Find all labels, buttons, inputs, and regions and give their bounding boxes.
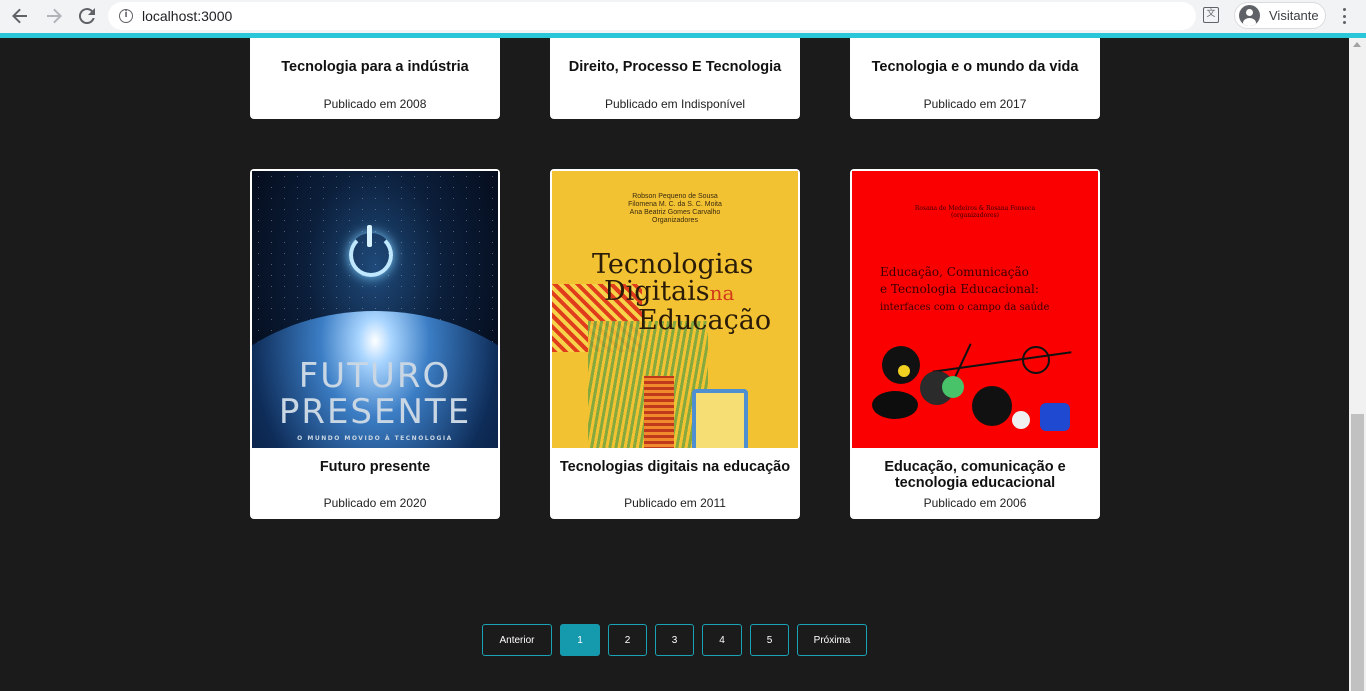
book-card[interactable]: FUTURO PRESENTE O MUNDO MOVIDO À TECNOLO…	[250, 169, 500, 519]
cover-text: Rosana de Medeiros & Rosana Fonseca (org…	[914, 205, 1036, 219]
cover-text: Tecnologias Digitaisna Educação	[592, 249, 772, 336]
page-button-2[interactable]: 2	[608, 624, 647, 656]
cover-text: O MUNDO MOVIDO À TECNOLOGIA	[297, 435, 453, 442]
cover-text: FUTURO	[298, 356, 452, 396]
translate-icon[interactable]: 文	[1203, 7, 1219, 23]
profile-name: Visitante	[1269, 8, 1319, 23]
page-button-5[interactable]: 5	[750, 624, 789, 656]
page-scrollbar[interactable]	[1349, 38, 1366, 691]
profile-avatar-icon	[1239, 5, 1260, 26]
cover-authors: Robson Pequeno de Sousa Filomena M. C. d…	[628, 193, 722, 224]
book-published: Publicado em 2020	[323, 496, 427, 510]
more-vert-icon[interactable]	[1339, 6, 1349, 26]
book-title: Educação, comunicação e tecnologia educa…	[884, 459, 1066, 491]
book-card[interactable]: Rosana de Medeiros & Rosana Fonseca (org…	[850, 169, 1100, 519]
cover-text: PRESENTE	[278, 392, 472, 432]
scroll-up-arrow-icon[interactable]	[1353, 42, 1361, 47]
book-cover: Rosana de Medeiros & Rosana Fonseca (org…	[852, 171, 1098, 448]
reload-icon[interactable]	[77, 6, 97, 26]
book-published: Publicado em 2017	[923, 97, 1027, 111]
cover-text: Educação, Comunicação e Tecnologia Educa…	[880, 265, 1050, 313]
book-card[interactable]: Direito, Processo E Tecnologia Publicado…	[550, 38, 800, 119]
browser-toolbar: i localhost:3000 文 Visitante	[0, 0, 1366, 33]
scrollbar-thumb[interactable]	[1351, 414, 1364, 691]
url-text[interactable]: localhost:3000	[142, 8, 232, 24]
book-card[interactable]: Tecnologia e o mundo da vida Publicado e…	[850, 38, 1100, 119]
book-grid: Tecnologia para a indústria Publicado em…	[0, 38, 1349, 691]
book-title: Tecnologia e o mundo da vida	[871, 59, 1079, 75]
page-button-1[interactable]: 1	[560, 624, 600, 656]
book-card[interactable]: Robson Pequeno de Sousa Filomena M. C. d…	[550, 169, 800, 519]
address-bar[interactable]: i localhost:3000	[108, 2, 1196, 30]
book-card[interactable]: Tecnologia para a indústria Publicado em…	[250, 38, 500, 119]
book-title: Direito, Processo E Tecnologia	[568, 59, 782, 75]
book-published: Publicado em 2011	[624, 496, 726, 510]
page-button-4[interactable]: 4	[702, 624, 742, 656]
previous-page-button[interactable]: Anterior	[482, 624, 552, 656]
book-title: Tecnologia para a indústria	[281, 59, 469, 75]
book-title: Tecnologias digitais na educação	[559, 459, 791, 475]
book-published: Publicado em Indisponível	[604, 97, 746, 111]
book-published: Publicado em 2008	[323, 97, 427, 111]
book-cover: FUTURO PRESENTE O MUNDO MOVIDO À TECNOLO…	[252, 171, 498, 448]
book-published: Publicado em 2006	[923, 496, 1027, 510]
book-title: Futuro presente	[319, 459, 431, 475]
forward-arrow-icon[interactable]	[44, 6, 64, 26]
book-cover: Robson Pequeno de Sousa Filomena M. C. d…	[552, 171, 798, 448]
pagination: Anterior 1 2 3 4 5 Próxima	[0, 624, 1349, 656]
power-icon	[349, 225, 393, 277]
back-arrow-icon[interactable]	[10, 6, 30, 26]
page-button-3[interactable]: 3	[655, 624, 694, 656]
next-page-button[interactable]: Próxima	[797, 624, 867, 656]
info-icon[interactable]: i	[119, 9, 133, 23]
cover-artwork	[872, 341, 1082, 448]
profile-button[interactable]: Visitante	[1234, 2, 1326, 29]
